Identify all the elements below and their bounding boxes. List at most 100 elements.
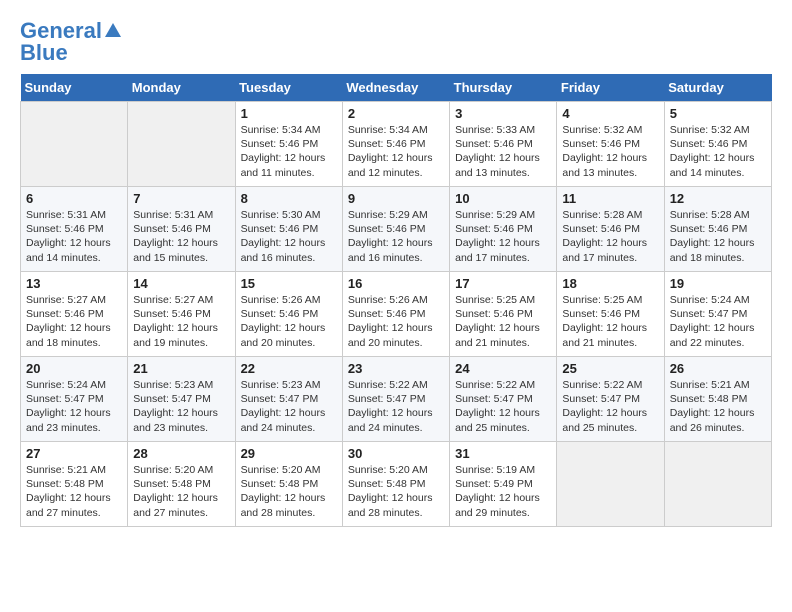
calendar-cell: 11Sunrise: 5:28 AMSunset: 5:46 PMDayligh… bbox=[557, 187, 664, 272]
calendar-cell: 17 Sunrise: 5:25 AMSunset: 5:46 PMDayligh… bbox=[450, 272, 557, 357]
day-number: 3 bbox=[455, 106, 551, 121]
weekday-header: Monday bbox=[128, 74, 235, 102]
day-number: 30 bbox=[348, 446, 444, 461]
day-number: 27 bbox=[26, 446, 122, 461]
day-info: Sunrise: 5:26 AMSunset: 5:46 PMDaylight:… bbox=[348, 293, 444, 350]
day-info: Sunrise: 5:21 AMSunset: 5:48 PMDaylight:… bbox=[26, 463, 122, 520]
day-number: 16 bbox=[348, 276, 444, 291]
day-number: 5 bbox=[670, 106, 766, 121]
day-info: Sunrise: 5:25 AMSunset: 5:46 PMDaylight:… bbox=[455, 293, 551, 350]
calendar-cell: 28 Sunrise: 5:20 AMSunset: 5:48 PMDayligh… bbox=[128, 442, 235, 527]
day-info: Sunrise: 5:30 AMSunset: 5:46 PMDaylight:… bbox=[241, 208, 337, 265]
day-info: Sunrise: 5:22 AMSunset: 5:47 PMDaylight:… bbox=[455, 378, 551, 435]
calendar-cell: 5 Sunrise: 5:32 AMSunset: 5:46 PMDaylight… bbox=[664, 102, 771, 187]
day-number: 7 bbox=[133, 191, 229, 206]
logo: General Blue bbox=[20, 20, 122, 64]
day-number: 19 bbox=[670, 276, 766, 291]
calendar-cell: 19Sunrise: 5:24 AMSunset: 5:47 PMDayligh… bbox=[664, 272, 771, 357]
day-info: Sunrise: 5:26 AMSunset: 5:46 PMDaylight:… bbox=[241, 293, 337, 350]
day-info: Sunrise: 5:20 AMSunset: 5:48 PMDaylight:… bbox=[241, 463, 337, 520]
calendar-cell: 4 Sunrise: 5:32 AMSunset: 5:46 PMDaylight… bbox=[557, 102, 664, 187]
calendar-cell: 13Sunrise: 5:27 AMSunset: 5:46 PMDayligh… bbox=[21, 272, 128, 357]
day-number: 10 bbox=[455, 191, 551, 206]
day-info: Sunrise: 5:22 AMSunset: 5:47 PMDaylight:… bbox=[348, 378, 444, 435]
day-info: Sunrise: 5:32 AMSunset: 5:46 PMDaylight:… bbox=[670, 123, 766, 180]
day-info: Sunrise: 5:22 AMSunset: 5:47 PMDaylight:… bbox=[562, 378, 658, 435]
calendar-cell: 3 Sunrise: 5:33 AMSunset: 5:46 PMDaylight… bbox=[450, 102, 557, 187]
calendar-cell: 7Sunrise: 5:31 AMSunset: 5:46 PMDaylight… bbox=[128, 187, 235, 272]
calendar-cell: 6Sunrise: 5:31 AMSunset: 5:46 PMDaylight… bbox=[21, 187, 128, 272]
calendar-cell: 24Sunrise: 5:22 AMSunset: 5:47 PMDayligh… bbox=[450, 357, 557, 442]
calendar-table: SundayMondayTuesdayWednesdayThursdayFrid… bbox=[20, 74, 772, 527]
calendar-cell: 14 Sunrise: 5:27 AMSunset: 5:46 PMDayligh… bbox=[128, 272, 235, 357]
calendar-cell: 23 Sunrise: 5:22 AMSunset: 5:47 PMDayligh… bbox=[342, 357, 449, 442]
day-number: 25 bbox=[562, 361, 658, 376]
day-info: Sunrise: 5:23 AMSunset: 5:47 PMDaylight:… bbox=[241, 378, 337, 435]
calendar-cell bbox=[21, 102, 128, 187]
calendar-cell: 29 Sunrise: 5:20 AMSunset: 5:48 PMDayligh… bbox=[235, 442, 342, 527]
day-info: Sunrise: 5:23 AMSunset: 5:47 PMDaylight:… bbox=[133, 378, 229, 435]
day-number: 2 bbox=[348, 106, 444, 121]
day-info: Sunrise: 5:29 AMSunset: 5:46 PMDaylight:… bbox=[348, 208, 444, 265]
day-info: Sunrise: 5:28 AMSunset: 5:46 PMDaylight:… bbox=[562, 208, 658, 265]
day-info: Sunrise: 5:31 AMSunset: 5:46 PMDaylight:… bbox=[26, 208, 122, 265]
day-number: 14 bbox=[133, 276, 229, 291]
calendar-cell: 20 Sunrise: 5:24 AMSunset: 5:47 PMDayligh… bbox=[21, 357, 128, 442]
day-number: 9 bbox=[348, 191, 444, 206]
day-info: Sunrise: 5:27 AMSunset: 5:46 PMDaylight:… bbox=[133, 293, 229, 350]
logo-icon bbox=[104, 21, 122, 39]
calendar-cell: 15 Sunrise: 5:26 AMSunset: 5:46 PMDayligh… bbox=[235, 272, 342, 357]
calendar-cell: 1 Sunrise: 5:34 AMSunset: 5:46 PMDaylight… bbox=[235, 102, 342, 187]
calendar-cell: 2 Sunrise: 5:34 AMSunset: 5:46 PMDaylight… bbox=[342, 102, 449, 187]
calendar-cell: 12 Sunrise: 5:28 AMSunset: 5:46 PMDayligh… bbox=[664, 187, 771, 272]
calendar-cell: 8 Sunrise: 5:30 AMSunset: 5:46 PMDaylight… bbox=[235, 187, 342, 272]
day-info: Sunrise: 5:34 AMSunset: 5:46 PMDaylight:… bbox=[348, 123, 444, 180]
calendar-cell: 16 Sunrise: 5:26 AMSunset: 5:46 PMDayligh… bbox=[342, 272, 449, 357]
header: General Blue bbox=[20, 20, 772, 64]
day-info: Sunrise: 5:25 AMSunset: 5:46 PMDaylight:… bbox=[562, 293, 658, 350]
day-number: 12 bbox=[670, 191, 766, 206]
weekday-header: Friday bbox=[557, 74, 664, 102]
day-info: Sunrise: 5:20 AMSunset: 5:48 PMDaylight:… bbox=[348, 463, 444, 520]
calendar-cell: 22 Sunrise: 5:23 AMSunset: 5:47 PMDayligh… bbox=[235, 357, 342, 442]
calendar-cell: 26Sunrise: 5:21 AMSunset: 5:48 PMDayligh… bbox=[664, 357, 771, 442]
calendar-cell bbox=[128, 102, 235, 187]
day-number: 29 bbox=[241, 446, 337, 461]
logo-text: General bbox=[20, 20, 102, 42]
day-number: 1 bbox=[241, 106, 337, 121]
weekday-header: Saturday bbox=[664, 74, 771, 102]
day-number: 20 bbox=[26, 361, 122, 376]
day-number: 31 bbox=[455, 446, 551, 461]
calendar-cell: 30 Sunrise: 5:20 AMSunset: 5:48 PMDayligh… bbox=[342, 442, 449, 527]
day-number: 23 bbox=[348, 361, 444, 376]
day-number: 17 bbox=[455, 276, 551, 291]
day-number: 22 bbox=[241, 361, 337, 376]
weekday-header: Tuesday bbox=[235, 74, 342, 102]
day-info: Sunrise: 5:19 AMSunset: 5:49 PMDaylight:… bbox=[455, 463, 551, 520]
calendar-cell bbox=[557, 442, 664, 527]
day-number: 8 bbox=[241, 191, 337, 206]
day-info: Sunrise: 5:20 AMSunset: 5:48 PMDaylight:… bbox=[133, 463, 229, 520]
calendar-cell: 31 Sunrise: 5:19 AMSunset: 5:49 PMDayligh… bbox=[450, 442, 557, 527]
day-info: Sunrise: 5:28 AMSunset: 5:46 PMDaylight:… bbox=[670, 208, 766, 265]
day-number: 4 bbox=[562, 106, 658, 121]
calendar-cell: 25 Sunrise: 5:22 AMSunset: 5:47 PMDayligh… bbox=[557, 357, 664, 442]
day-info: Sunrise: 5:32 AMSunset: 5:46 PMDaylight:… bbox=[562, 123, 658, 180]
weekday-header: Sunday bbox=[21, 74, 128, 102]
day-number: 18 bbox=[562, 276, 658, 291]
calendar-cell: 21 Sunrise: 5:23 AMSunset: 5:47 PMDayligh… bbox=[128, 357, 235, 442]
calendar-cell: 27 Sunrise: 5:21 AMSunset: 5:48 PMDayligh… bbox=[21, 442, 128, 527]
day-number: 26 bbox=[670, 361, 766, 376]
logo-line2: Blue bbox=[20, 42, 68, 64]
day-info: Sunrise: 5:29 AMSunset: 5:46 PMDaylight:… bbox=[455, 208, 551, 265]
day-number: 21 bbox=[133, 361, 229, 376]
day-number: 13 bbox=[26, 276, 122, 291]
day-info: Sunrise: 5:24 AMSunset: 5:47 PMDaylight:… bbox=[26, 378, 122, 435]
weekday-header: Thursday bbox=[450, 74, 557, 102]
day-number: 15 bbox=[241, 276, 337, 291]
day-info: Sunrise: 5:33 AMSunset: 5:46 PMDaylight:… bbox=[455, 123, 551, 180]
calendar-cell: 9 Sunrise: 5:29 AMSunset: 5:46 PMDaylight… bbox=[342, 187, 449, 272]
calendar-cell bbox=[664, 442, 771, 527]
day-number: 28 bbox=[133, 446, 229, 461]
day-info: Sunrise: 5:34 AMSunset: 5:46 PMDaylight:… bbox=[241, 123, 337, 180]
